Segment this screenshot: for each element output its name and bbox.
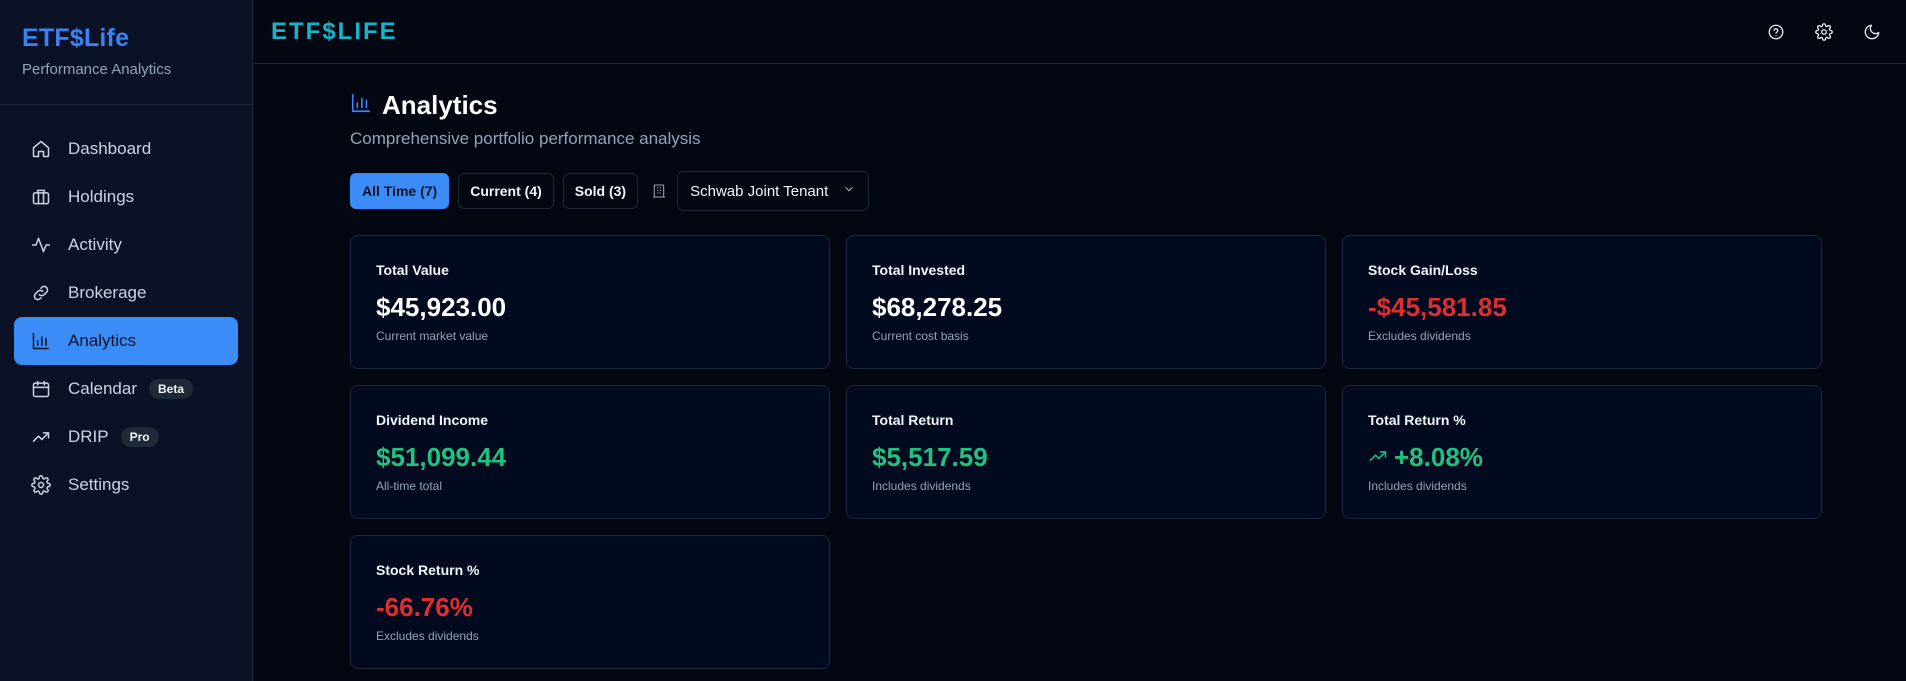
sidebar-item-label: Brokerage — [68, 283, 147, 302]
sidebar-item-holdings[interactable]: Holdings — [14, 173, 238, 221]
card-total-invested: Total Invested $68,278.25 Current cost b… — [846, 235, 1326, 369]
card-value: $45,923.00 — [376, 292, 507, 322]
account-select-value: Schwab Joint Tenant — [690, 182, 829, 200]
page-subtitle: Comprehensive portfolio performance anal… — [350, 129, 701, 148]
activity-icon — [30, 234, 52, 256]
card-caption: Current market value — [376, 329, 489, 343]
card-value: $68,278.25 — [872, 292, 1003, 322]
card-caption: Includes dividends — [1368, 479, 1467, 493]
card-stock-return-percent: Stock Return % -66.76% Excludes dividend… — [350, 535, 830, 669]
card-value: $51,099.44 — [376, 442, 507, 472]
page-header: Analytics — [350, 90, 1830, 121]
moon-icon[interactable] — [1848, 18, 1896, 46]
bank-icon — [651, 181, 671, 201]
pro-badge: Pro — [120, 427, 159, 447]
account-select[interactable]: Schwab Joint Tenant — [677, 171, 870, 211]
card-caption: Excludes dividends — [1368, 329, 1471, 343]
topbar-actions — [1752, 18, 1896, 46]
sidebar-item-drip[interactable]: DRIP Pro — [14, 413, 238, 461]
main-content: Analytics Comprehensive portfolio perfor… — [350, 64, 1830, 669]
card-value: -66.76% — [376, 592, 473, 622]
filter-bar: All Time (7) Current (4) Sold (3) Schwab… — [350, 171, 1830, 211]
card-stock-gain-loss: Stock Gain/Loss -$45,581.85 Excludes div… — [1342, 235, 1822, 369]
sidebar-item-label: Activity — [68, 235, 122, 254]
bar-chart-icon — [350, 92, 382, 119]
topbar-logo[interactable]: ETF$LIFE — [271, 18, 398, 46]
card-label: Stock Gain/Loss — [1368, 262, 1478, 278]
topbar: ETF$LIFE — [253, 0, 1906, 64]
chevron-down-icon — [842, 182, 856, 200]
sidebar-item-label: Settings — [68, 475, 130, 494]
brand-title[interactable]: ETF$Life — [22, 24, 230, 53]
card-dividend-income: Dividend Income $51,099.44 All-time tota… — [350, 385, 830, 519]
card-value: $5,517.59 — [872, 442, 988, 472]
sidebar-item-label: Holdings — [68, 187, 135, 206]
sidebar-item-dashboard[interactable]: Dashboard — [14, 125, 238, 173]
sidebar-item-brokerage[interactable]: Brokerage — [14, 269, 238, 317]
card-caption: Current cost basis — [872, 329, 969, 343]
sidebar-item-analytics[interactable]: Analytics — [14, 317, 238, 365]
card-value: +8.08% — [1394, 442, 1483, 472]
sidebar-item-settings[interactable]: Settings — [14, 461, 238, 509]
card-caption: Excludes dividends — [376, 629, 479, 643]
card-total-value: Total Value $45,923.00 Current market va… — [350, 235, 830, 369]
card-label: Total Invested — [872, 262, 966, 278]
sidebar-item-label: DRIP — [68, 427, 109, 446]
card-total-return: Total Return $5,517.59 Includes dividend… — [846, 385, 1326, 519]
card-caption: All-time total — [376, 479, 443, 493]
beta-badge: Beta — [149, 379, 194, 399]
trending-up-icon — [1368, 442, 1394, 473]
metrics-grid: Total Value $45,923.00 Current market va… — [350, 235, 1830, 669]
sidebar-item-label: Dashboard — [68, 139, 152, 158]
card-value: -$45,581.85 — [1368, 292, 1507, 322]
card-label: Total Return % — [1368, 412, 1466, 428]
page-title: Analytics — [382, 90, 498, 120]
calendar-icon — [30, 378, 52, 400]
card-caption: Includes dividends — [872, 479, 971, 493]
card-label: Total Value — [376, 262, 449, 278]
home-icon — [30, 138, 52, 160]
bar-chart-icon — [30, 330, 52, 352]
card-total-return-percent: Total Return % +8.08% Includes dividends — [1342, 385, 1822, 519]
sidebar-nav: Dashboard Holdings Activity Brokerage An… — [0, 105, 252, 509]
filter-current-button[interactable]: Current (4) — [458, 173, 554, 209]
brand: ETF$Life Performance Analytics — [0, 0, 252, 105]
card-value-row: +8.08% — [1368, 442, 1796, 473]
briefcase-icon — [30, 186, 52, 208]
sidebar-item-label: Calendar — [68, 379, 137, 398]
brand-subtitle: Performance Analytics — [22, 61, 172, 78]
link-icon — [30, 282, 52, 304]
sidebar-item-calendar[interactable]: Calendar Beta — [14, 365, 238, 413]
sidebar: ETF$Life Performance Analytics Dashboard… — [0, 0, 253, 681]
filter-sold-button[interactable]: Sold (3) — [562, 173, 639, 209]
filter-all-time-button[interactable]: All Time (7) — [350, 173, 450, 209]
sidebar-item-activity[interactable]: Activity — [14, 221, 238, 269]
card-label: Total Return — [872, 412, 954, 428]
card-label: Stock Return % — [376, 562, 480, 578]
card-label: Dividend Income — [376, 412, 489, 428]
help-icon[interactable] — [1752, 18, 1800, 46]
sidebar-item-label: Analytics — [68, 331, 137, 350]
trending-up-icon — [30, 426, 52, 448]
gear-icon[interactable] — [1800, 18, 1848, 46]
gear-icon — [30, 474, 52, 496]
